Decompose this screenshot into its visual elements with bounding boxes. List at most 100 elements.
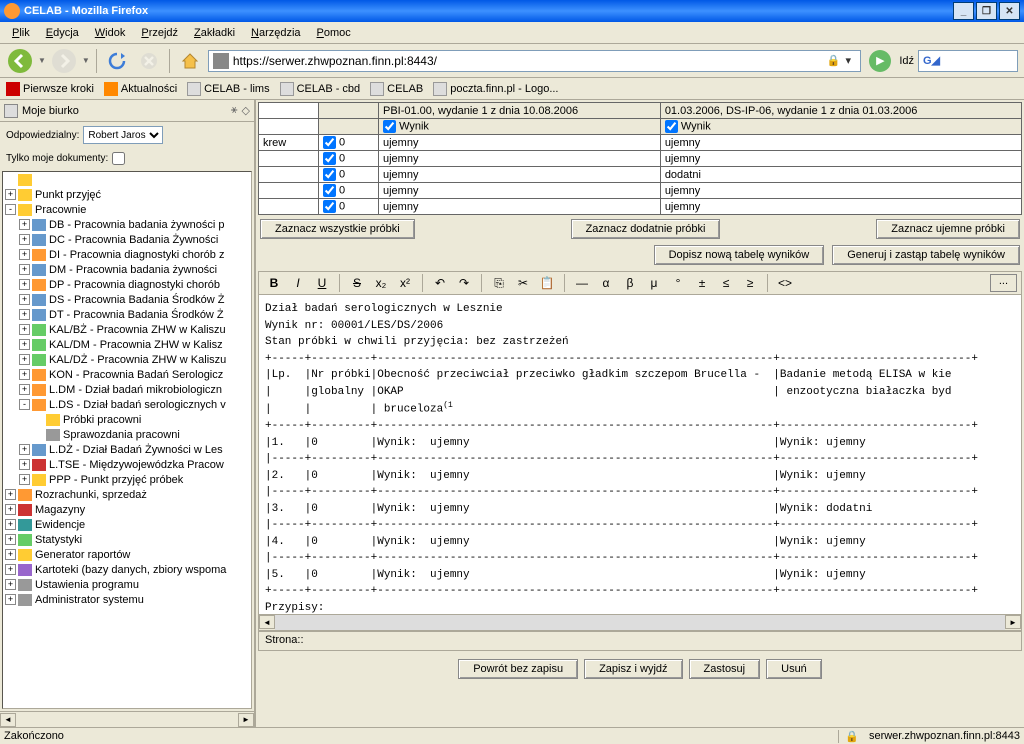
menu-widok[interactable]: Widok <box>87 25 134 41</box>
tree-expander[interactable]: + <box>5 519 16 530</box>
dash-button[interactable]: — <box>571 273 593 293</box>
tree-expander[interactable]: + <box>5 564 16 575</box>
apply-button[interactable]: Zastosuj <box>689 659 761 679</box>
bookmark-item[interactable]: Aktualności <box>104 82 177 96</box>
tree-expander[interactable]: + <box>19 474 30 485</box>
tree-node[interactable]: +L.TSE - Międzywojewódzka Pracow <box>3 457 251 472</box>
underline-button[interactable]: U <box>311 273 333 293</box>
tree-expander[interactable]: - <box>5 204 16 215</box>
tree-expander[interactable]: + <box>19 369 30 380</box>
menu-narzędzia[interactable]: Narzędzia <box>243 25 309 41</box>
tree-node[interactable]: +DT - Pracownia Badania Środków Ż <box>3 307 251 322</box>
wynik-check-1[interactable] <box>383 120 396 133</box>
row-check[interactable] <box>323 136 336 149</box>
ed-scroll-left[interactable]: ◄ <box>259 615 275 629</box>
more-button[interactable]: ... <box>990 274 1017 292</box>
minimize-button[interactable]: _ <box>953 2 974 20</box>
italic-button[interactable]: I <box>287 273 309 293</box>
add-table-button[interactable]: Dopisz nową tabelę wyników <box>654 245 825 265</box>
mu-button[interactable]: μ <box>643 273 665 293</box>
tree-expander[interactable]: + <box>5 504 16 515</box>
tree-node[interactable] <box>3 172 251 187</box>
redo-button[interactable]: ↷ <box>453 273 475 293</box>
tree-node[interactable]: +Rozrachunki, sprzedaż <box>3 487 251 502</box>
select-positive-button[interactable]: Zaznacz dodatnie próbki <box>571 219 721 239</box>
menu-zakładki[interactable]: Zakładki <box>186 25 243 41</box>
stop-button[interactable] <box>135 47 163 75</box>
tree-expander[interactable]: + <box>5 549 16 560</box>
back-dropdown[interactable]: ▼ <box>38 56 46 65</box>
back-button[interactable] <box>6 47 34 75</box>
url-dropdown[interactable]: ▾ <box>840 54 856 67</box>
row-check[interactable] <box>323 152 336 165</box>
resp-select[interactable]: Robert Jaros <box>83 126 163 144</box>
tree-expander[interactable]: + <box>19 219 30 230</box>
code-button[interactable]: <> <box>774 273 796 293</box>
bookmark-item[interactable]: Pierwsze kroki <box>6 82 94 96</box>
tree-expander[interactable]: + <box>19 249 30 260</box>
forward-button[interactable] <box>50 47 78 75</box>
tree-view[interactable]: +Punkt przyjęć-Pracownie+DB - Pracownia … <box>2 171 252 709</box>
superscript-button[interactable]: x² <box>394 273 416 293</box>
tree-node[interactable]: +Kartoteki (bazy danych, zbiory wspoma <box>3 562 251 577</box>
home-button[interactable] <box>176 47 204 75</box>
tree-node[interactable]: +Punkt przyjęć <box>3 187 251 202</box>
tree-expander[interactable]: + <box>19 264 30 275</box>
editor-area[interactable]: Dział badań serologicznych w Lesznie Wyn… <box>258 295 1022 615</box>
tree-node[interactable]: +KON - Pracownia Badań Serologicz <box>3 367 251 382</box>
bookmark-item[interactable]: poczta.finn.pl - Logo... <box>433 82 558 96</box>
bookmark-item[interactable]: CELAB - lims <box>187 82 269 96</box>
tree-expander[interactable]: + <box>5 489 16 500</box>
cut-button[interactable]: ✂ <box>512 273 534 293</box>
select-all-button[interactable]: Zaznacz wszystkie próbki <box>260 219 415 239</box>
row-check[interactable] <box>323 184 336 197</box>
select-negative-button[interactable]: Zaznacz ujemne próbki <box>876 219 1020 239</box>
strike-button[interactable]: S <box>346 273 368 293</box>
tree-expander[interactable]: + <box>19 444 30 455</box>
menu-pomoc[interactable]: Pomoc <box>309 25 359 41</box>
ge-button[interactable]: ≥ <box>739 273 761 293</box>
ed-scroll-right[interactable]: ► <box>1005 615 1021 629</box>
tree-node[interactable]: +Ewidencje <box>3 517 251 532</box>
undo-button[interactable]: ↶ <box>429 273 451 293</box>
row-check[interactable] <box>323 200 336 213</box>
tree-node[interactable]: +Generator raportów <box>3 547 251 562</box>
alpha-button[interactable]: α <box>595 273 617 293</box>
tree-node[interactable]: +DI - Pracownia diagnostyki chorób z <box>3 247 251 262</box>
paste-button[interactable]: 📋 <box>536 273 558 293</box>
copy-button[interactable]: ⎘ <box>488 273 510 293</box>
tree-node[interactable]: +Ustawienia programu <box>3 577 251 592</box>
tree-node[interactable]: +PPP - Punkt przyjęć próbek <box>3 472 251 487</box>
tree-node[interactable]: +DB - Pracownia badania żywności p <box>3 217 251 232</box>
tree-node[interactable]: +KAL/DŻ - Pracownia ZHW w Kaliszu <box>3 352 251 367</box>
tree-expander[interactable]: + <box>5 189 16 200</box>
tree-expander[interactable]: + <box>19 339 30 350</box>
tree-node[interactable]: +Magazyny <box>3 502 251 517</box>
tree-node[interactable]: +L.DŻ - Dział Badań Żywności w Les <box>3 442 251 457</box>
tree-node[interactable]: Próbki pracowni <box>3 412 251 427</box>
tree-expander[interactable]: + <box>19 459 30 470</box>
tree-node[interactable]: -Pracownie <box>3 202 251 217</box>
search-engine-icon[interactable]: G◢ <box>923 54 940 67</box>
tree-expander[interactable]: - <box>19 399 30 410</box>
sidebar-menu-icon[interactable]: ◇ <box>242 104 250 117</box>
close-button[interactable]: ✕ <box>999 2 1020 20</box>
menu-edycja[interactable]: Edycja <box>38 25 87 41</box>
tree-expander[interactable]: + <box>5 534 16 545</box>
generate-table-button[interactable]: Generuj i zastąp tabelę wyników <box>832 245 1020 265</box>
tree-expander[interactable]: + <box>19 294 30 305</box>
row-check[interactable] <box>323 168 336 181</box>
menu-plik[interactable]: Plik <box>4 25 38 41</box>
tree-node[interactable]: +L.DM - Dział badań mikrobiologiczn <box>3 382 251 397</box>
tree-node[interactable]: +Administrator systemu <box>3 592 251 607</box>
le-button[interactable]: ≤ <box>715 273 737 293</box>
reload-button[interactable] <box>103 47 131 75</box>
delete-button[interactable]: Usuń <box>766 659 822 679</box>
scroll-left[interactable]: ◄ <box>0 713 16 727</box>
sidebar-pin-icon[interactable]: ⚹ <box>231 104 238 117</box>
scroll-right[interactable]: ► <box>238 713 254 727</box>
tree-expander[interactable]: + <box>19 324 30 335</box>
bookmark-item[interactable]: CELAB - cbd <box>280 82 361 96</box>
tree-node[interactable]: +KAL/DM - Pracownia ZHW w Kalisz <box>3 337 251 352</box>
tree-expander[interactable]: + <box>19 309 30 320</box>
